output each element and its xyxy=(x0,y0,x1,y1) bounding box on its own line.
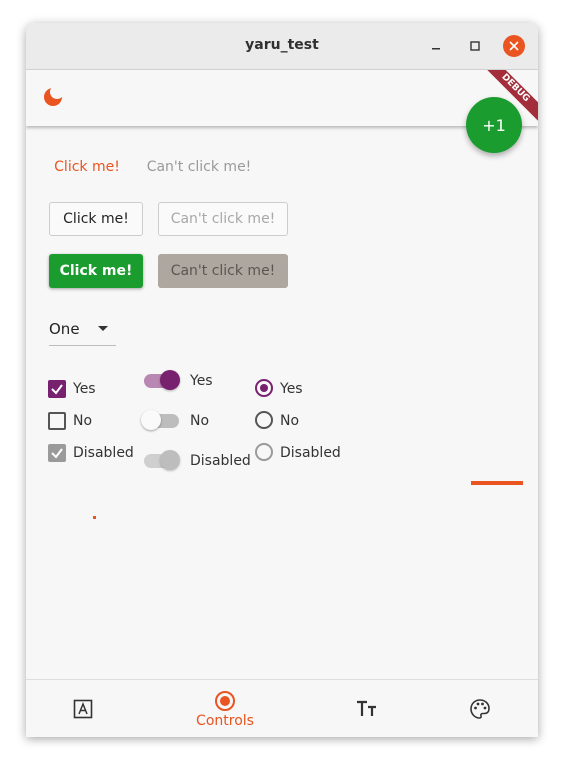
radio-disabled xyxy=(255,443,273,461)
circular-progress-indicator xyxy=(93,516,96,519)
outlined-button-disabled-label: Can't click me! xyxy=(170,211,276,227)
radio-yes-dot xyxy=(260,384,268,392)
text-size-icon xyxy=(357,700,376,716)
text-button-disabled: Can't click me! xyxy=(144,150,254,184)
debug-banner: DEBUG xyxy=(478,70,538,130)
bottom-navigation-bar: Controls xyxy=(26,679,538,737)
outlined-button-enabled-label: Click me! xyxy=(63,211,129,227)
text-button-enabled-label: Click me! xyxy=(54,159,120,175)
nav-item-texts[interactable] xyxy=(33,680,133,737)
radio-yes[interactable] xyxy=(255,379,273,397)
switch-disabled-label: Disabled xyxy=(190,453,251,469)
switch-disabled-thumb xyxy=(160,450,180,470)
radio-button-icon xyxy=(215,690,235,711)
checkmark-disabled-icon xyxy=(51,448,63,459)
close-button[interactable] xyxy=(503,35,525,57)
minimize-button[interactable] xyxy=(425,35,447,57)
checkbox-disabled-label: Disabled xyxy=(73,445,134,461)
switch-no-label: No xyxy=(190,413,210,429)
radio-no-label: No xyxy=(280,413,300,429)
elevated-button-enabled-label: Click me! xyxy=(59,263,133,279)
maximize-icon xyxy=(470,41,480,51)
moon-icon xyxy=(44,85,64,106)
nav-item-typography[interactable] xyxy=(317,680,417,737)
radio-disabled-label: Disabled xyxy=(280,445,341,461)
window-title: yaru_test xyxy=(245,37,319,53)
outlined-button-enabled[interactable]: Click me! xyxy=(49,202,143,236)
switch-no-thumb xyxy=(141,410,161,430)
switch-yes[interactable] xyxy=(144,370,182,392)
elevated-button-enabled[interactable]: Click me! xyxy=(49,254,143,288)
switch-yes-label: Yes xyxy=(190,373,213,389)
switch-disabled xyxy=(144,450,182,472)
nav-item-controls-label: Controls xyxy=(196,712,254,729)
checkbox-yes-label: Yes xyxy=(73,381,96,397)
elevated-button-disabled-label: Can't click me! xyxy=(170,263,276,279)
close-icon xyxy=(509,41,519,51)
checkbox-no-label: No xyxy=(73,413,93,429)
text-button-enabled[interactable]: Click me! xyxy=(49,150,125,184)
elevated-button-disabled: Can't click me! xyxy=(158,254,288,288)
radio-no[interactable] xyxy=(255,411,273,429)
dropdown-select[interactable]: One xyxy=(49,315,116,346)
dropdown-arrow-icon xyxy=(98,326,108,331)
debug-label: DEBUG xyxy=(478,70,538,125)
title-bar: yaru_test xyxy=(26,23,538,70)
checkmark-icon xyxy=(51,384,63,395)
app-window: yaru_test DEBUG +1 Click me! Can't click… xyxy=(26,23,538,737)
nav-item-controls[interactable]: Controls xyxy=(175,680,275,737)
theme-toggle-button[interactable] xyxy=(42,85,64,108)
radio-yes-label: Yes xyxy=(280,381,303,397)
outlined-button-disabled: Can't click me! xyxy=(158,202,288,236)
text-button-disabled-label: Can't click me! xyxy=(146,159,252,175)
maximize-button[interactable] xyxy=(464,35,486,57)
switch-no[interactable] xyxy=(141,410,179,432)
checkbox-no[interactable] xyxy=(48,412,66,430)
app-bar xyxy=(26,70,538,126)
dropdown-value: One xyxy=(49,320,80,338)
palette-icon xyxy=(470,699,490,719)
nav-item-colors[interactable] xyxy=(430,680,530,737)
switch-yes-thumb xyxy=(160,370,180,390)
text-box-icon xyxy=(73,699,93,719)
minimize-icon xyxy=(432,48,440,50)
checkbox-disabled xyxy=(48,444,66,462)
checkbox-yes[interactable] xyxy=(48,380,66,398)
linear-progress-indicator xyxy=(471,481,523,485)
